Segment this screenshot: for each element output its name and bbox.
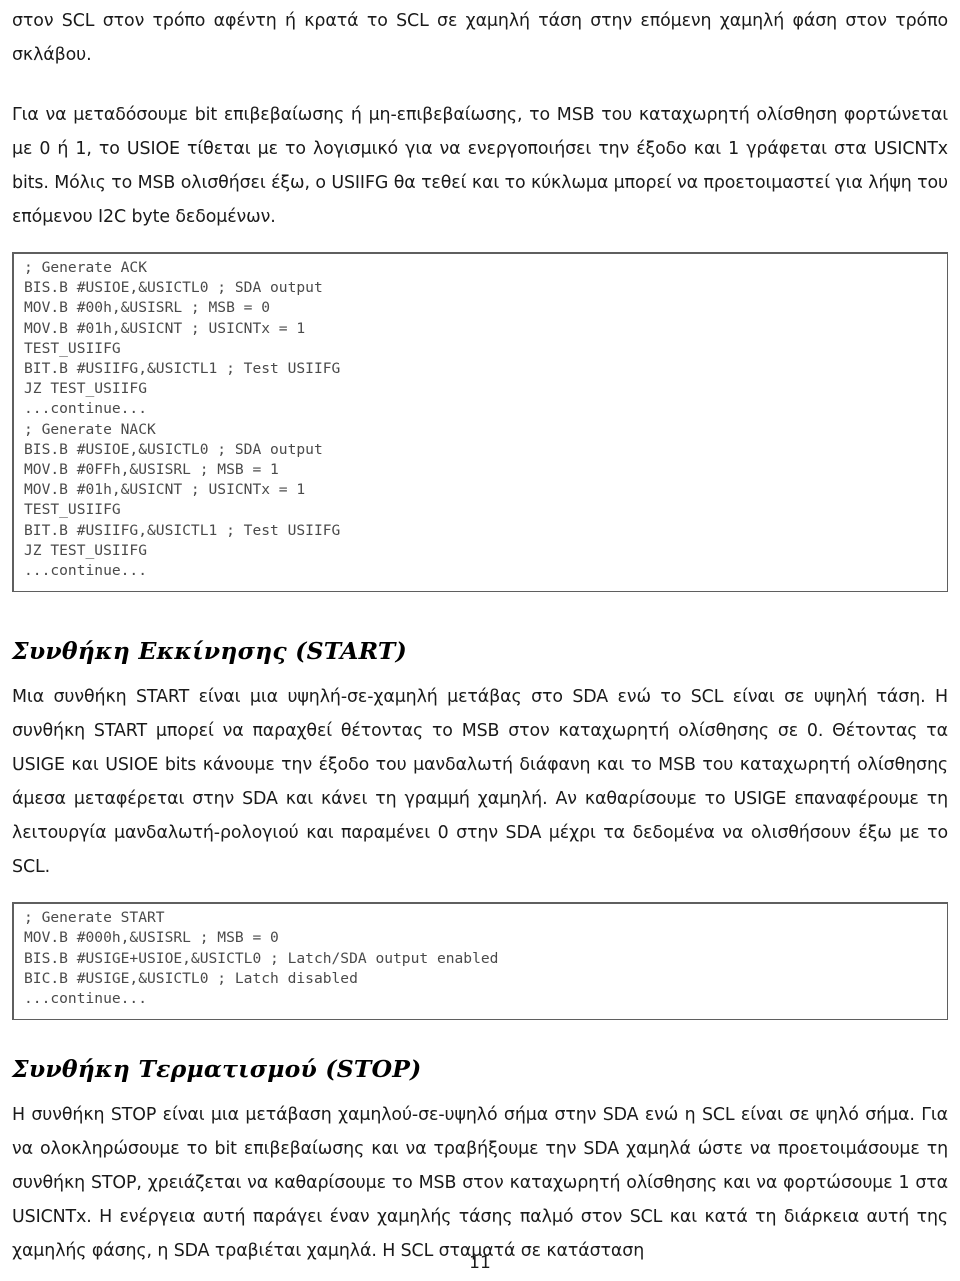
page-number: 11 [469,1253,491,1273]
code-block-start-text: ; Generate START MOV.B #000h,&USISRL ; M… [24,909,499,1008]
code-block-ack-nack: ; Generate ACK BIS.B #USIOE,&USICTL0 ; S… [12,252,948,593]
paragraph-ack-nack-description: Για να μεταδόσουμε bit επιβεβαίωσης ή μη… [12,105,948,227]
paragraph-intro-continued: στον SCL στον τρόπο αφέντη ή κρατά το SC… [12,11,948,65]
code-block-start: ; Generate START MOV.B #000h,&USISRL ; M… [12,902,948,1021]
paragraph-stop-condition: Η συνθήκη STOP είναι μια μετάβαση χαμηλο… [12,1105,948,1262]
paragraph-start-condition: Μια συνθήκη START είναι μια υψηλή-σε-χαμ… [12,687,948,878]
code-block-ack-nack-text: ; Generate ACK BIS.B #USIOE,&USICTL0 ; S… [24,259,341,580]
heading-stop-condition: Συνθήκη Τερματισμού (STOP) [12,1055,422,1084]
heading-start-condition: Συνθήκη Εκκίνησης (START) [12,637,407,666]
document-page: στον SCL στον τρόπο αφέντη ή κρατά το SC… [0,0,960,1281]
